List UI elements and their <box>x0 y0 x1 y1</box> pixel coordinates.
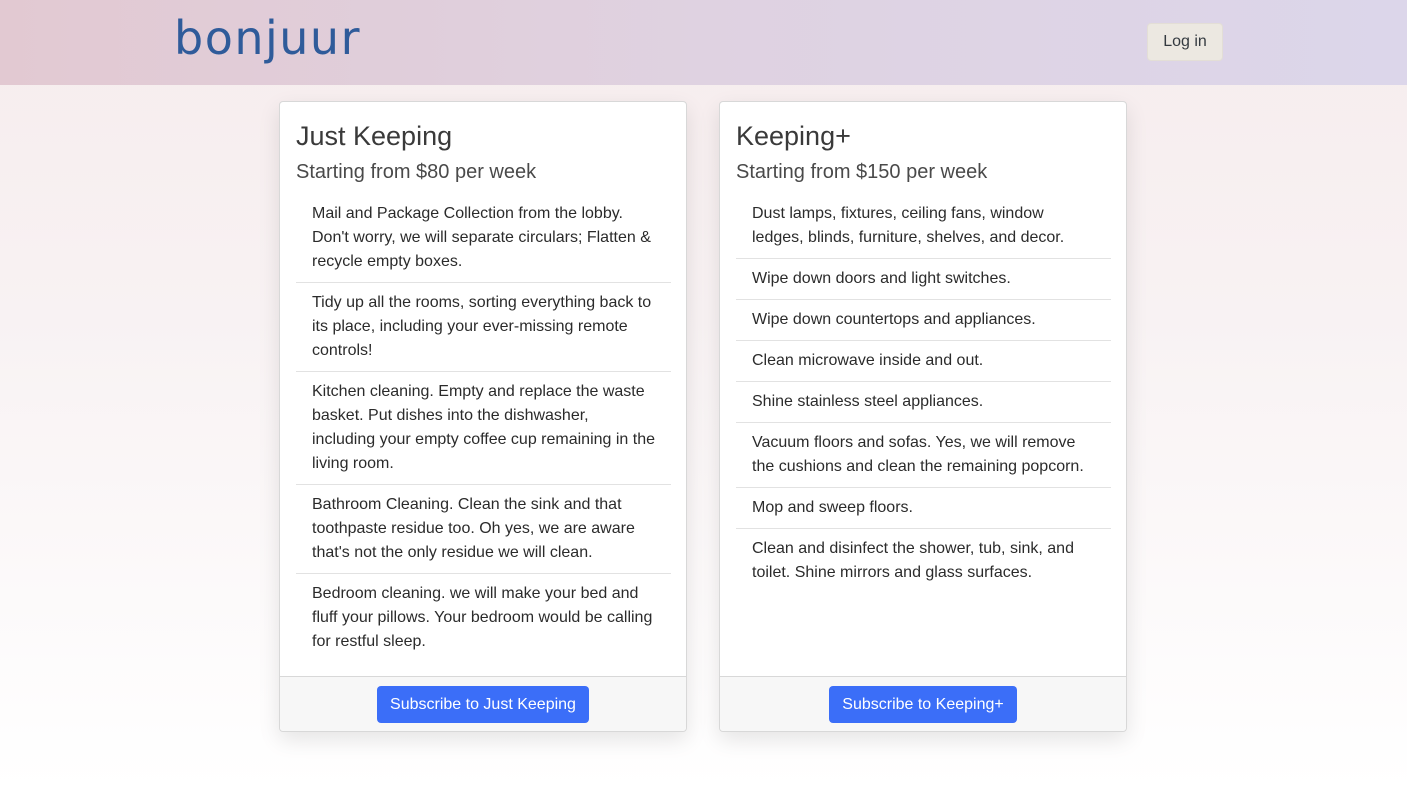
plan-card-footer: Subscribe to Keeping+ <box>720 676 1126 731</box>
plan-title: Just Keeping <box>296 121 453 151</box>
plan-card-just-keeping: Just Keeping Starting from $80 per week … <box>279 101 687 732</box>
navbar: bonjuur Log in <box>0 0 1407 85</box>
plan-card-footer: Subscribe to Just Keeping <box>280 676 686 731</box>
plan-price: Starting from $150 per week <box>736 161 988 183</box>
subscribe-keeping-plus-button[interactable]: Subscribe to Keeping+ <box>829 685 1017 723</box>
plan-feature-list: Dust lamps, fixtures, ceiling fans, wind… <box>736 194 1111 593</box>
plan-feature-item: Tidy up all the rooms, sorting everythin… <box>296 283 671 372</box>
plan-price: Starting from $80 per week <box>296 161 537 183</box>
plan-feature-item: Mail and Package Collection from the lob… <box>296 194 671 283</box>
plan-feature-item: Clean and disinfect the shower, tub, sin… <box>752 540 1074 581</box>
plan-feature-item: Wipe down countertops and appliances. <box>736 300 1111 341</box>
plan-card-body: Keeping+ Starting from $150 per week Dus… <box>736 118 1111 593</box>
plan-card-keeping-plus: Keeping+ Starting from $150 per week Dus… <box>719 101 1127 732</box>
plan-feature-item: Kitchen cleaning. Empty and replace the … <box>296 372 671 485</box>
plan-feature-list: Mail and Package Collection from the lob… <box>296 194 671 662</box>
plan-feature-item: Shine stainless steel appliances. <box>736 382 1111 423</box>
brand-logo[interactable]: bonjuur <box>174 6 361 70</box>
plan-feature-item: Bedroom cleaning. we will make your bed … <box>312 585 653 650</box>
plan-feature-item: Bathroom Cleaning. Clean the sink and th… <box>296 485 671 574</box>
plan-feature-item: Vacuum floors and sofas. Yes, we will re… <box>736 423 1111 488</box>
plan-feature-item: Dust lamps, fixtures, ceiling fans, wind… <box>736 194 1111 259</box>
plan-feature-item: Clean microwave inside and out. <box>736 341 1111 382</box>
subscribe-just-keeping-button[interactable]: Subscribe to Just Keeping <box>377 685 589 723</box>
plan-card-body: Just Keeping Starting from $80 per week … <box>296 118 671 662</box>
plan-title: Keeping+ <box>736 121 851 151</box>
plan-feature-item: Mop and sweep floors. <box>736 488 1111 529</box>
plan-feature-item: Wipe down doors and light switches. <box>736 259 1111 300</box>
login-button[interactable]: Log in <box>1147 23 1223 61</box>
